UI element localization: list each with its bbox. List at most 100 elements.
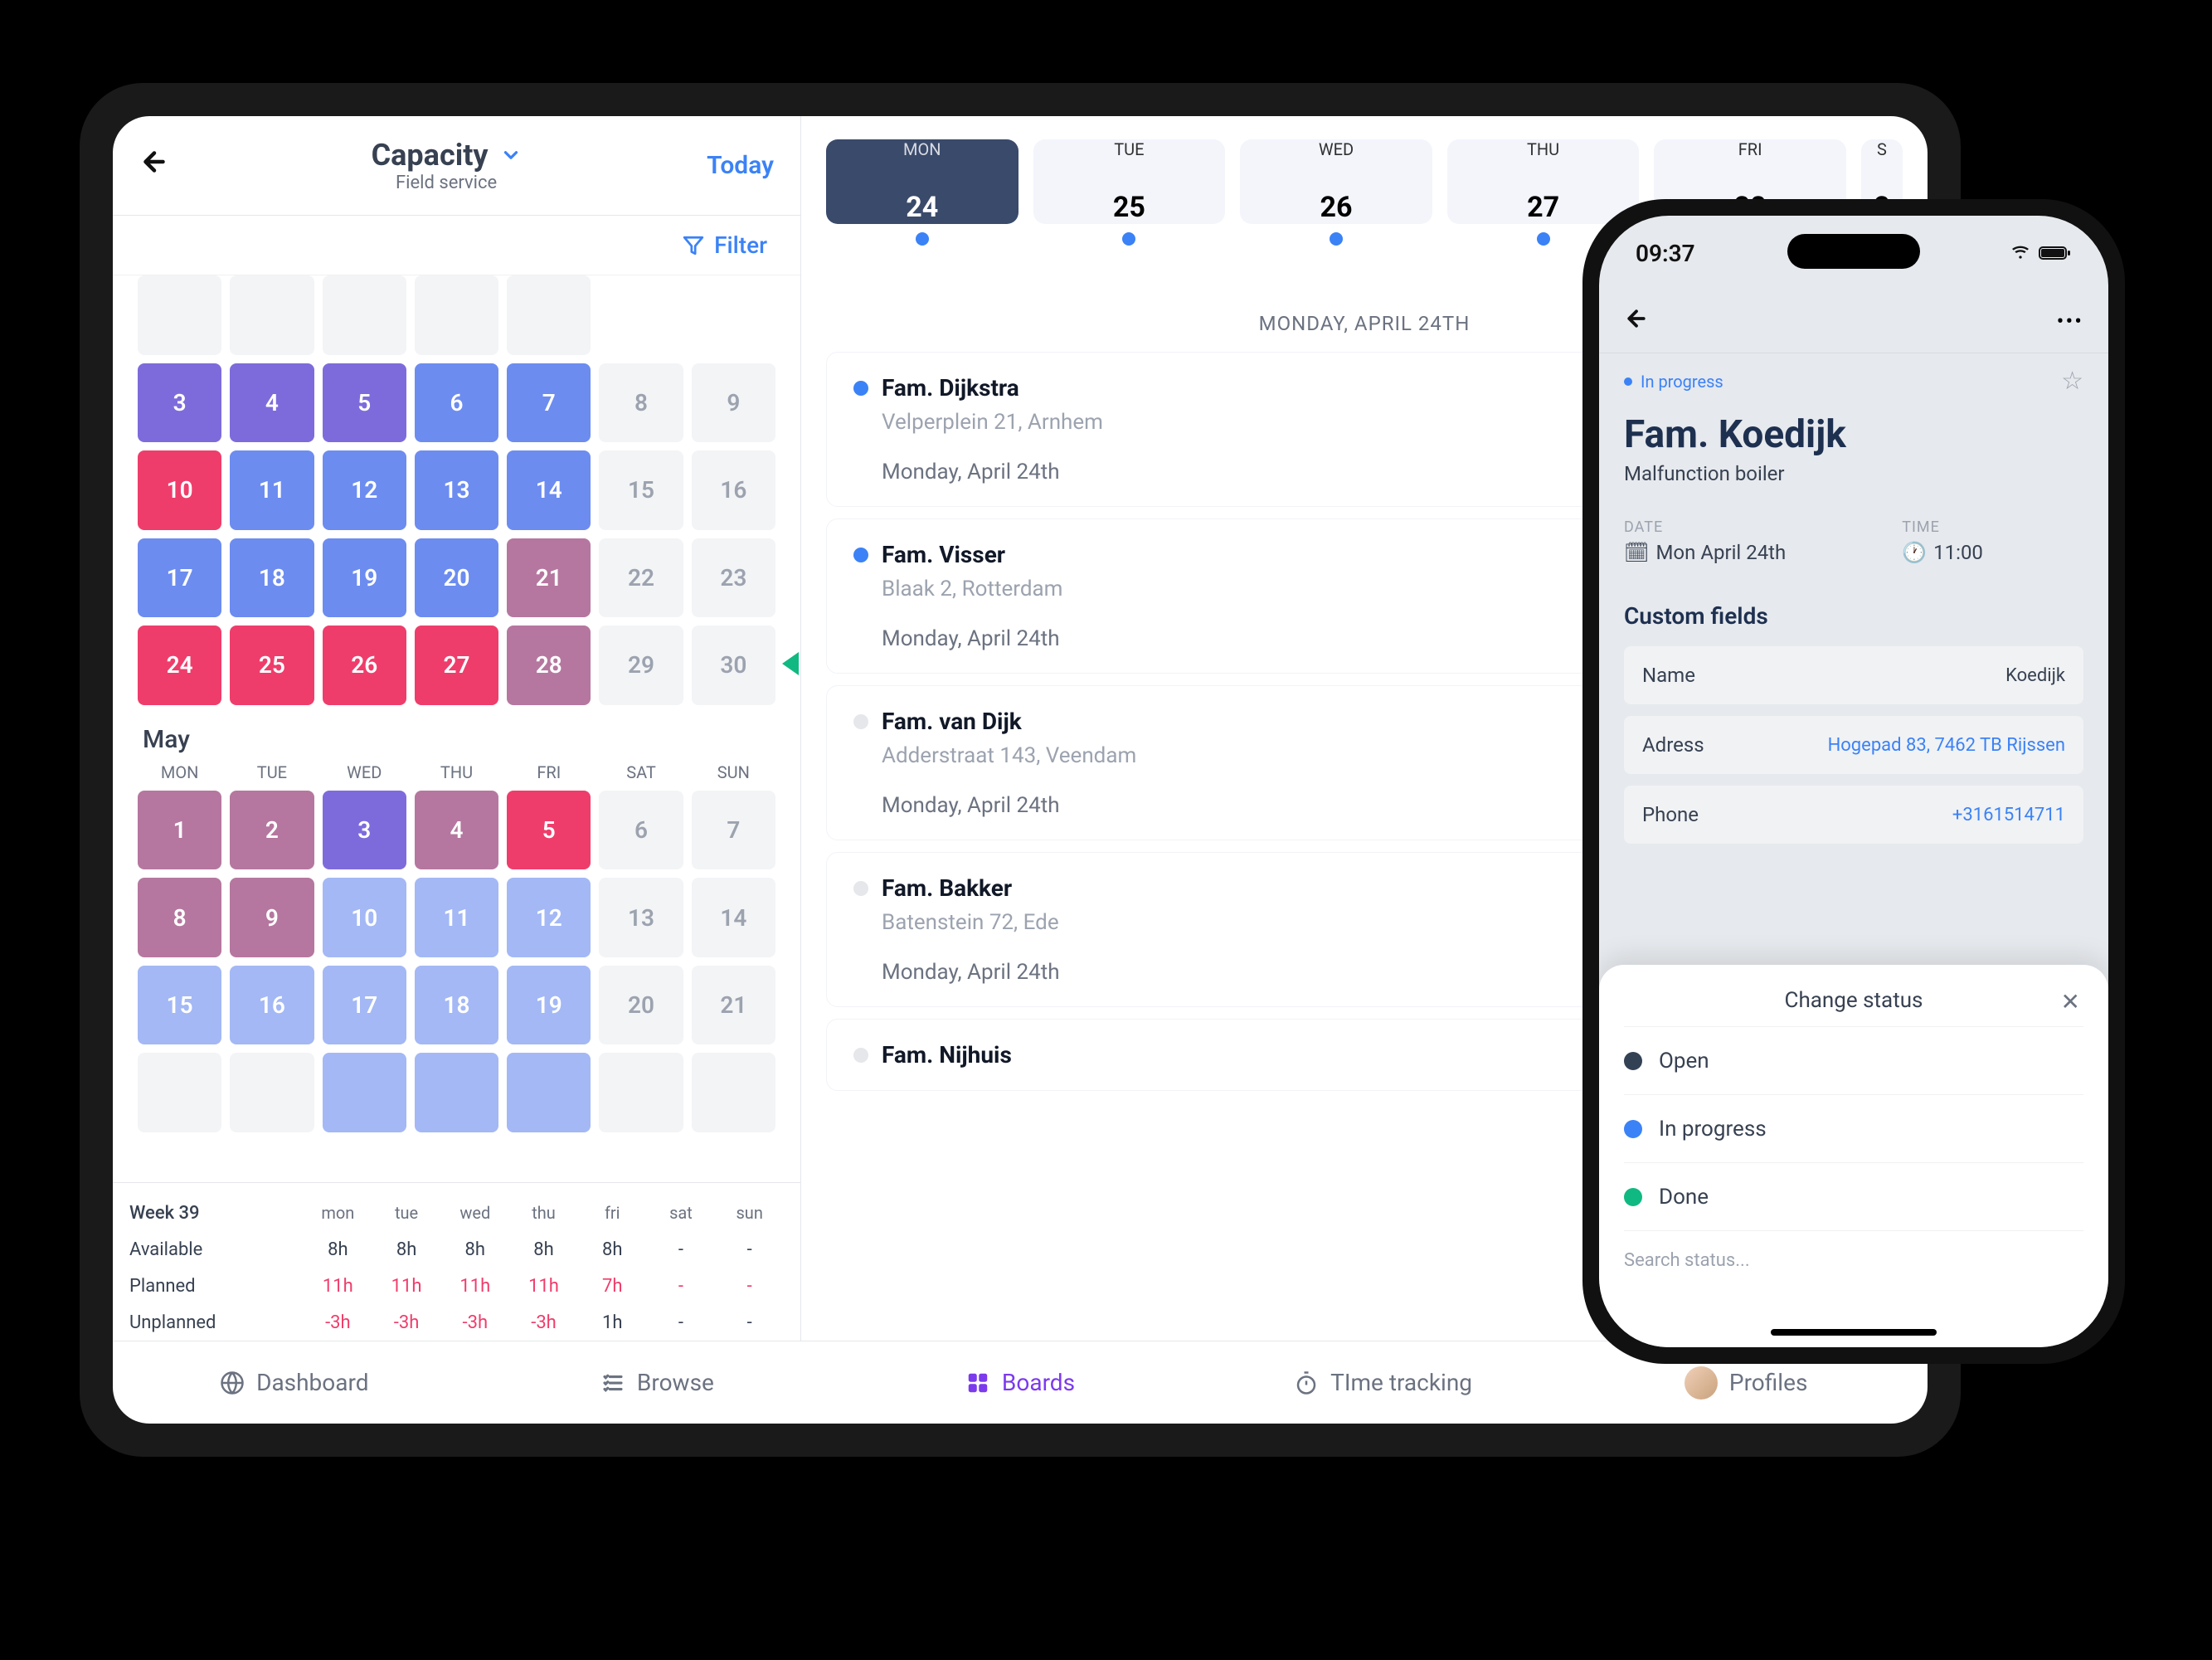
calendar-icon: 🗓 <box>1624 541 1649 564</box>
calendar-month-1: 3456789101112131415161718192021222324252… <box>138 363 775 705</box>
calendar-day[interactable]: 21 <box>692 966 775 1045</box>
phone-time: 09:37 <box>1636 240 1695 267</box>
status-dot <box>853 881 868 896</box>
phone-more-button[interactable]: ••• <box>2057 309 2083 334</box>
calendar-day[interactable]: 8 <box>138 878 221 957</box>
calendar-day[interactable]: 24 <box>138 626 221 705</box>
calendar-day[interactable]: 16 <box>230 966 314 1045</box>
calendar-day[interactable]: 9 <box>230 878 314 957</box>
calendar-day[interactable]: 23 <box>692 538 775 618</box>
week-summary-table: Week 39 mon tue wed thu fri sat sun Avai… <box>113 1182 800 1341</box>
calendar-day[interactable]: 3 <box>323 791 406 870</box>
calendar-day[interactable]: 30 <box>692 626 775 705</box>
calendar-day[interactable]: 20 <box>599 966 683 1045</box>
calendar-month-2: 123456789101112131415161718192021 <box>138 791 775 1132</box>
today-button[interactable]: Today <box>707 151 774 180</box>
status-option[interactable]: Open <box>1624 1027 2083 1095</box>
calendar-day[interactable]: 10 <box>323 878 406 957</box>
calendar-day[interactable] <box>599 1053 683 1132</box>
calendar-day[interactable]: 18 <box>230 538 314 618</box>
phone-back-button[interactable] <box>1624 305 1649 338</box>
calendar-day[interactable]: 19 <box>507 966 591 1045</box>
phone-device-frame: 09:37 ••• In progress ☆ Fam. Koedijk Mal… <box>1582 199 2125 1364</box>
clock-icon: 🕐 <box>1902 541 1927 564</box>
day-chip[interactable]: THU27 <box>1447 139 1640 224</box>
custom-field-row[interactable]: AdressHogepad 83, 7462 TB Rijssen <box>1624 716 2083 774</box>
calendar-day[interactable]: 7 <box>692 791 775 870</box>
calendar-day[interactable]: 4 <box>415 791 498 870</box>
dow-row: MONTUEWEDTHUFRISATSUN <box>138 762 775 782</box>
status-pill[interactable]: In progress <box>1624 372 1723 392</box>
calendar-day[interactable] <box>138 1053 221 1132</box>
calendar-day[interactable]: 13 <box>599 878 683 957</box>
phone-title: Fam. Koedijk <box>1624 412 2083 457</box>
globe-icon <box>220 1370 245 1395</box>
calendar-day[interactable]: 5 <box>323 363 406 443</box>
custom-field-row[interactable]: Phone+3161514711 <box>1624 786 2083 844</box>
calendar-day[interactable] <box>692 1053 775 1132</box>
calendar-day[interactable]: 15 <box>599 450 683 530</box>
sheet-close-button[interactable]: ✕ <box>2061 988 2080 1015</box>
day-chip[interactable]: WED26 <box>1240 139 1432 224</box>
calendar-day[interactable]: 17 <box>138 538 221 618</box>
star-icon[interactable]: ☆ <box>2061 367 2083 396</box>
back-button[interactable] <box>139 146 186 185</box>
calendar-day[interactable] <box>230 1053 314 1132</box>
calendar-day[interactable]: 7 <box>507 363 591 443</box>
tab-time-tracking[interactable]: TIme tracking <box>1202 1341 1565 1424</box>
calendar-day[interactable]: 9 <box>692 363 775 443</box>
calendar-day[interactable]: 3 <box>138 363 221 443</box>
calendar-day[interactable] <box>415 1053 498 1132</box>
calendar-day[interactable]: 21 <box>507 538 591 618</box>
calendar-day[interactable]: 12 <box>507 878 591 957</box>
tab-dashboard[interactable]: Dashboard <box>113 1341 476 1424</box>
status-option[interactable]: In progress <box>1624 1095 2083 1163</box>
calendar-day[interactable]: 14 <box>507 450 591 530</box>
calendar-day[interactable]: 29 <box>599 626 683 705</box>
calendar-day[interactable]: 25 <box>230 626 314 705</box>
tab-browse[interactable]: Browse <box>476 1341 839 1424</box>
calendar-day[interactable]: 5 <box>507 791 591 870</box>
search-status-input[interactable]: Search status... <box>1624 1231 2083 1289</box>
dynamic-island <box>1787 234 1920 269</box>
battery-icon <box>2039 240 2072 267</box>
custom-field-row[interactable]: NameKoedijk <box>1624 646 2083 704</box>
calendar-day[interactable]: 12 <box>323 450 406 530</box>
status-dot <box>853 381 868 396</box>
calendar-day[interactable]: 1 <box>138 791 221 870</box>
status-color-dot <box>1624 1188 1642 1206</box>
calendar-day[interactable]: 27 <box>415 626 498 705</box>
calendar-day[interactable]: 16 <box>692 450 775 530</box>
calendar-day[interactable]: 10 <box>138 450 221 530</box>
calendar-day[interactable]: 18 <box>415 966 498 1045</box>
left-pane: Capacity Field service Today Filter <box>113 116 801 1341</box>
home-indicator[interactable] <box>1771 1329 1937 1336</box>
day-chip[interactable]: TUE25 <box>1033 139 1226 224</box>
status-option[interactable]: Done <box>1624 1163 2083 1231</box>
tab-boards[interactable]: Boards <box>839 1341 1202 1424</box>
chevron-down-icon[interactable] <box>500 144 522 166</box>
calendar-day[interactable]: 28 <box>507 626 591 705</box>
filter-button[interactable]: Filter <box>113 216 800 275</box>
calendar-day[interactable]: 6 <box>415 363 498 443</box>
calendar-day[interactable]: 13 <box>415 450 498 530</box>
busy-indicator <box>1122 232 1135 246</box>
calendar-day[interactable]: 4 <box>230 363 314 443</box>
busy-indicator <box>1537 232 1550 246</box>
calendar-day[interactable]: 8 <box>599 363 683 443</box>
calendar-day[interactable]: 22 <box>599 538 683 618</box>
calendar-day[interactable] <box>507 1053 591 1132</box>
calendar-day[interactable]: 26 <box>323 626 406 705</box>
calendar-day[interactable]: 15 <box>138 966 221 1045</box>
day-chip[interactable]: MON24 <box>826 139 1018 224</box>
calendar-day[interactable]: 11 <box>230 450 314 530</box>
calendar-day[interactable]: 14 <box>692 878 775 957</box>
list-icon <box>600 1370 625 1395</box>
calendar-day[interactable]: 11 <box>415 878 498 957</box>
calendar-day[interactable]: 6 <box>599 791 683 870</box>
calendar-day[interactable]: 20 <box>415 538 498 618</box>
calendar-day[interactable] <box>323 1053 406 1132</box>
calendar-day[interactable]: 2 <box>230 791 314 870</box>
calendar-day[interactable]: 19 <box>323 538 406 618</box>
calendar-day[interactable]: 17 <box>323 966 406 1045</box>
